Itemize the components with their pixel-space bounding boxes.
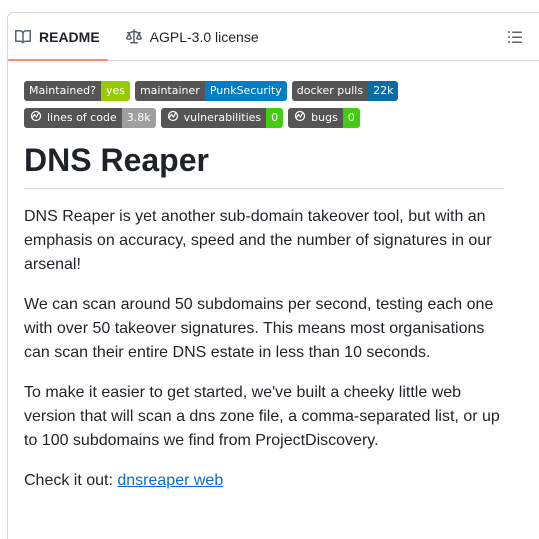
badge-label: docker pulls [291, 81, 369, 101]
badge-vulnerabilities[interactable]: vulnerabilities 0 [160, 108, 284, 128]
tab-license[interactable]: AGPL-3.0 license [118, 13, 267, 60]
readme-paragraph: To make it easier to get started, we've … [24, 384, 500, 449]
badge-label: maintainer [134, 81, 205, 101]
badge-maintained[interactable]: Maintained? yes [24, 81, 130, 101]
badge-value: 22k [368, 81, 399, 101]
readme-title: DNS Reaper [24, 140, 504, 189]
tab-license-label: AGPL-3.0 license [149, 28, 259, 45]
dnsreaper-web-link[interactable]: dnsreaper web [117, 472, 223, 489]
badge-label: vulnerabilities [183, 111, 262, 124]
badge-value: 0 [342, 108, 360, 128]
outline-toggle-button[interactable] [507, 29, 525, 45]
check-it-out-line: Check it out: dnsreaper web [24, 469, 504, 493]
badge-value: 3.8k [121, 108, 156, 128]
readme-paragraph: We can scan around 50 subdomains per sec… [24, 296, 494, 361]
readme-tabbar: README AGPL-3.0 license [8, 13, 539, 61]
readme-content: Maintained? yes maintainer PunkSecurity … [24, 81, 504, 493]
sonarcloud-icon [29, 108, 43, 128]
badge-docker-pulls[interactable]: docker pulls 22k [291, 81, 399, 101]
badge-label: bugs [311, 111, 338, 124]
tab-readme[interactable]: README [8, 13, 108, 61]
badge-maintainer[interactable]: maintainer PunkSecurity [134, 81, 287, 101]
badge-value: yes [100, 81, 130, 101]
list-unordered-icon [507, 31, 523, 49]
badge-label: Maintained? [24, 81, 101, 101]
badge-bugs[interactable]: bugs 0 [288, 108, 360, 128]
book-icon [15, 29, 31, 45]
sonarcloud-icon [166, 108, 180, 128]
badge-lines-of-code[interactable]: lines of code 3.8k [24, 108, 156, 128]
readme-paragraph: DNS Reaper is yet another sub-domain tak… [24, 208, 492, 273]
sonarcloud-icon [293, 108, 307, 128]
badge-value: 0 [266, 108, 284, 128]
badge-row-2: lines of code 3.8k vulnerabilities 0 bug… [24, 108, 504, 128]
tab-readme-label: README [39, 28, 100, 45]
scale-icon [125, 28, 142, 45]
badge-row-1: Maintained? yes maintainer PunkSecurity … [24, 81, 504, 101]
badge-label: lines of code [47, 111, 117, 124]
check-prefix: Check it out: [24, 472, 118, 489]
badge-value: PunkSecurity [204, 81, 287, 101]
